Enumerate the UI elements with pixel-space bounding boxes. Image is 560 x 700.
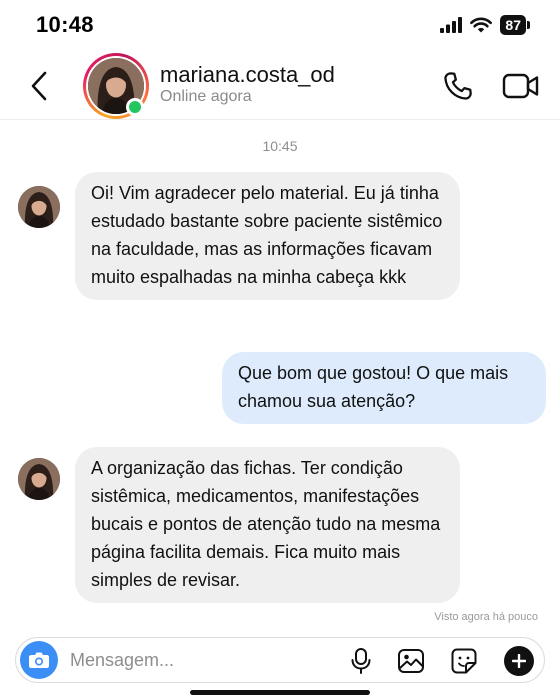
status-time: 10:48 <box>36 12 94 37</box>
battery-icon: 87 <box>500 15 530 35</box>
signal-icon <box>440 17 463 33</box>
plus-icon <box>512 654 526 668</box>
phone-icon <box>444 72 472 100</box>
battery-level: 87 <box>500 15 526 35</box>
message-composer <box>15 637 545 683</box>
home-indicator <box>190 690 370 695</box>
time-divider: 10:45 <box>262 138 298 154</box>
contact-name[interactable]: mariana.costa_od <box>160 62 335 88</box>
image-icon <box>398 649 424 673</box>
sticker-icon <box>451 648 477 674</box>
video-call-button[interactable] <box>500 68 542 104</box>
online-status-dot <box>126 98 144 116</box>
message-avatar[interactable] <box>18 458 60 500</box>
status-icons: 87 <box>440 15 530 35</box>
camera-button[interactable] <box>20 641 58 679</box>
status-bar: 10:48 87 <box>0 0 560 50</box>
back-button[interactable] <box>22 66 56 106</box>
chevron-left-icon <box>31 71 47 101</box>
sticker-button[interactable] <box>449 646 479 676</box>
incoming-message[interactable]: A organização das fichas. Ter condição s… <box>75 447 460 603</box>
gallery-button[interactable] <box>396 646 426 676</box>
seen-indicator: Visto agora há pouco <box>434 611 538 623</box>
wifi-icon <box>470 17 493 33</box>
message-avatar[interactable] <box>18 186 60 228</box>
call-button[interactable] <box>440 68 476 104</box>
outgoing-message[interactable]: Que bom que gostou! O que mais chamou su… <box>222 352 546 424</box>
microphone-icon <box>351 648 371 674</box>
chat-header: mariana.costa_od Online agora <box>0 50 560 120</box>
message-input[interactable] <box>70 650 340 671</box>
incoming-message[interactable]: Oi! Vim agradecer pelo material. Eu já t… <box>75 172 460 300</box>
contact-status: Online agora <box>160 88 252 105</box>
more-options-button[interactable] <box>504 646 534 676</box>
voice-message-button[interactable] <box>346 646 376 676</box>
video-camera-icon <box>502 73 539 99</box>
camera-icon <box>29 652 49 668</box>
